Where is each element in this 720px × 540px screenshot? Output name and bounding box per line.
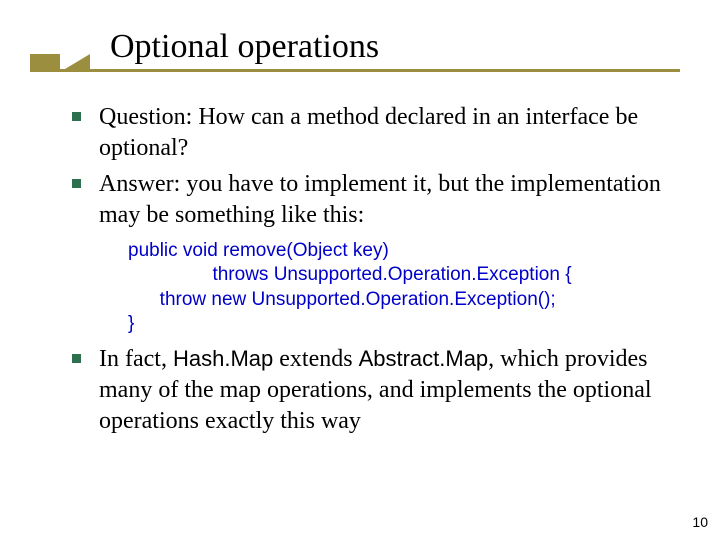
title-underline [30, 69, 680, 72]
square-bullet-icon [72, 179, 81, 188]
code-line: throws Unsupported.Operation.Exception { [128, 264, 572, 285]
bullet-text: Question: How can a method declared in a… [99, 102, 670, 163]
text-span: In fact, [99, 346, 173, 372]
code-inline: Hash.Map [173, 346, 273, 371]
bullet-item: Answer: you have to implement it, but th… [72, 169, 670, 230]
code-line: } [128, 313, 134, 334]
content-area: Question: How can a method declared in a… [30, 76, 690, 436]
square-bullet-icon [72, 112, 81, 121]
slide-title: Optional operations [110, 28, 690, 66]
page-number: 10 [692, 514, 708, 530]
bullet-text: In fact, Hash.Map extends Abstract.Map, … [99, 344, 670, 436]
bullet-item: Question: How can a method declared in a… [72, 102, 670, 163]
slide: Optional operations Question: How can a … [0, 0, 720, 540]
code-line: throw new Unsupported.Operation.Exceptio… [128, 289, 556, 310]
bullet-item: In fact, Hash.Map extends Abstract.Map, … [72, 344, 670, 436]
code-inline: Abstract.Map [359, 346, 489, 371]
square-bullet-icon [72, 354, 81, 363]
text-span: extends [273, 346, 358, 372]
code-block: public void remove(Object key) throws Un… [72, 239, 670, 336]
code-line: public void remove(Object key) [128, 240, 389, 261]
bullet-text: Answer: you have to implement it, but th… [99, 169, 670, 230]
title-area: Optional operations [30, 20, 690, 76]
